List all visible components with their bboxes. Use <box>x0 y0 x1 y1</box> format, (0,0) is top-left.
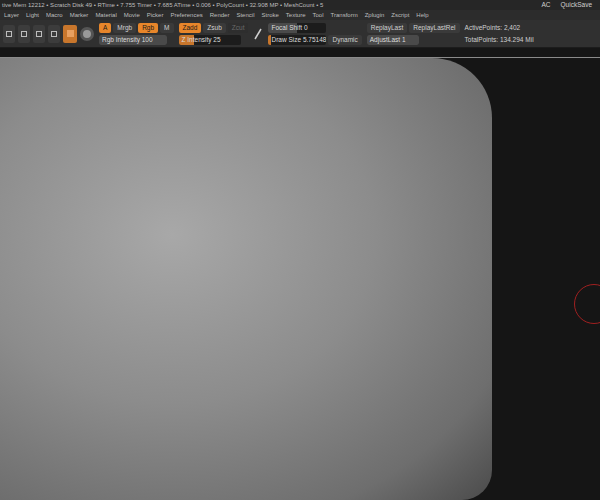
menu-item[interactable]: Zscript <box>391 10 409 20</box>
menu-item[interactable]: Tool <box>313 10 324 20</box>
slider[interactable]: Z Intensity 25 <box>179 35 241 45</box>
menu-item[interactable]: Stroke <box>261 10 278 20</box>
slider[interactable]: AdjustLast 1 <box>367 35 419 45</box>
size-section: Focal Shift 0 Draw Size 5.75148Dynamic <box>268 23 361 45</box>
menu-item[interactable]: Texture <box>286 10 306 20</box>
menu-item[interactable]: Preferences <box>170 10 202 20</box>
slider[interactable]: Focal Shift 0 <box>268 23 326 33</box>
slider-fill <box>268 35 271 45</box>
menu-item[interactable]: Material <box>95 10 116 20</box>
tool-icon <box>6 31 12 37</box>
brush-cursor <box>574 284 600 324</box>
material-icon[interactable] <box>80 27 94 41</box>
menu-item[interactable]: Light <box>26 10 39 20</box>
mode-button[interactable]: A <box>99 23 111 33</box>
tool-icon <box>51 31 57 37</box>
total-points: TotalPoints: 134.294 Mil <box>465 35 534 45</box>
menu-item[interactable]: Stencil <box>236 10 254 20</box>
menu-item[interactable]: Picker <box>147 10 164 20</box>
mode-button[interactable]: Mrgb <box>113 23 136 33</box>
brush-icon <box>253 27 263 41</box>
menu-item[interactable]: Zplugin <box>365 10 385 20</box>
points-section: ActivePoints: 2,402 TotalPoints: 134.294 … <box>465 23 534 45</box>
replay-buttons: ReplayLastReplayLastRel <box>367 23 460 33</box>
status-right: AC QuickSave <box>542 0 598 10</box>
mode-button[interactable]: M <box>160 23 173 33</box>
tool-icon <box>67 30 74 37</box>
status-bar: tive Mem 12212 • Scratch Disk 49 • RTime… <box>0 0 600 10</box>
slider-label: AdjustLast 1 <box>367 35 409 45</box>
menu-item[interactable]: Movie <box>124 10 140 20</box>
tool-icon <box>21 31 27 37</box>
slider-label: Focal Shift 0 <box>268 23 310 33</box>
slider[interactable]: Rgb Intensity 100 <box>99 35 167 45</box>
active-points: ActivePoints: 2,402 <box>465 23 534 33</box>
depth-modes: ZaddZsubZcut <box>179 23 249 33</box>
quick-button[interactable]: QuickSave <box>561 0 592 10</box>
tool-button[interactable] <box>48 25 60 43</box>
menu-item[interactable]: Macro <box>46 10 63 20</box>
menu-bar: Layer Light Macro Marker Material Movie Picker… <box>0 10 600 20</box>
tool-button[interactable] <box>3 25 15 43</box>
menu-item[interactable]: Transform <box>331 10 358 20</box>
menu-item[interactable]: Layer <box>4 10 19 20</box>
tool-icon <box>36 31 42 37</box>
menu-item[interactable]: Marker <box>70 10 89 20</box>
sculpt-render <box>0 58 492 500</box>
mode-button[interactable]: Dynamic <box>328 35 361 45</box>
toolbar: AMrgbRgbM Rgb Intensity 100 ZaddZsubZcut Z … <box>0 20 600 48</box>
slider[interactable]: Draw Size 5.75148 <box>268 35 326 45</box>
menu-item[interactable]: Help <box>416 10 428 20</box>
slider-label: Z Intensity 25 <box>179 35 224 45</box>
viewport[interactable] <box>0 48 600 500</box>
mode-button[interactable]: Zcut <box>228 23 249 33</box>
color-section: AMrgbRgbM Rgb Intensity 100 <box>99 23 174 45</box>
slider-label: Rgb Intensity 100 <box>99 35 156 45</box>
depth-section: ZaddZsubZcut Z Intensity 25 <box>179 23 249 45</box>
tool-button[interactable] <box>33 25 45 43</box>
menu-item[interactable]: Render <box>210 10 230 20</box>
zbrush-window: tive Mem 12212 • Scratch Disk 49 • RTime… <box>0 0 600 500</box>
color-modes: AMrgbRgbM <box>99 23 174 33</box>
status-text: tive Mem 12212 • Scratch Disk 49 • RTime… <box>2 0 323 10</box>
slider-label: Draw Size 5.75148 <box>268 35 326 45</box>
tool-group <box>3 25 94 43</box>
mode-button[interactable]: ReplayLast <box>367 23 408 33</box>
draw-size-row: Draw Size 5.75148Dynamic <box>268 35 361 45</box>
brush-icon[interactable] <box>253 27 263 41</box>
mode-button[interactable]: ReplayLastRel <box>409 23 459 33</box>
mode-button[interactable]: Zadd <box>179 23 202 33</box>
tool-button[interactable] <box>63 25 77 43</box>
tool-button[interactable] <box>18 25 30 43</box>
mode-button[interactable]: Rgb <box>138 23 158 33</box>
mode-button[interactable]: Zsub <box>203 23 225 33</box>
replay-section: ReplayLastReplayLastRelAdjustLast 1 <box>367 23 460 45</box>
canvas <box>0 58 600 500</box>
quick-button[interactable]: AC <box>542 0 551 10</box>
